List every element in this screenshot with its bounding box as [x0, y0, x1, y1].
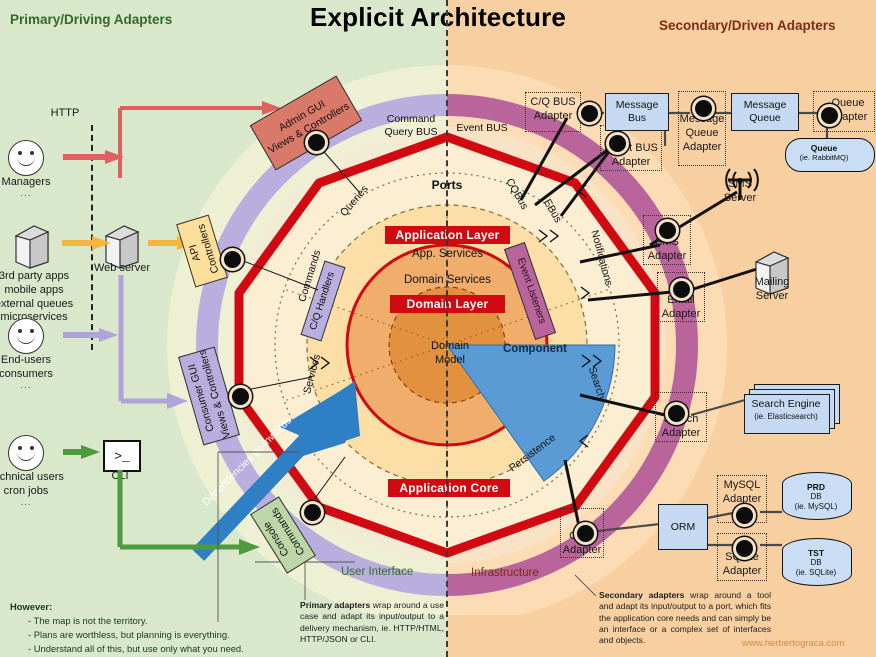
infrastructure-zone-label: Infrastructure	[471, 567, 539, 579]
port-dot-queue-adapter	[818, 104, 841, 127]
cq-bus-adapter-label: C/Q BUS Adapter	[530, 96, 576, 122]
port-dot-email-adapter	[670, 278, 693, 301]
search-engine-sub-label: (ie. Elasticsearch)	[754, 412, 818, 421]
message-bus-box: Message Bus	[605, 93, 669, 131]
prd-db-label: PRD	[807, 482, 825, 492]
port-dot-message-queue-adapter	[692, 97, 715, 120]
credit-label: www.herbertograca.com	[742, 638, 845, 649]
port-dot-sqlite-adapter	[733, 537, 756, 560]
user-interface-zone-label: User Interface	[341, 566, 414, 578]
mysql-adapter-label: MySQL Adapter	[722, 479, 762, 505]
orm-box: ORM	[658, 504, 708, 550]
port-dot-cq-bus-adapter	[578, 102, 601, 125]
vertical-divider	[446, 0, 448, 657]
however-item-2: - Understand all of this, but use only w…	[28, 643, 244, 655]
port-dot-sms-adapter	[656, 219, 679, 242]
search-engine-label: Search Engine	[751, 398, 821, 410]
page-title: Explicit Architecture	[309, 2, 567, 32]
however-item-0: - The map is not the territory.	[28, 615, 148, 627]
queue-label: Queue	[810, 143, 838, 153]
queue-sub-label: (ie. RabbitMQ)	[799, 153, 849, 162]
primary-adapters-note-title: Primary adapters	[300, 600, 371, 610]
port-dot-event-bus-adapter	[606, 132, 629, 155]
architecture-diagram: Ports Application Layer App. Services Do…	[0, 0, 876, 657]
prd-db-sub1: DB	[810, 492, 822, 501]
prd-db-sub2: (ie. MySQL)	[794, 502, 838, 511]
primary-adapters-note: Primary adapters wrap around a use case …	[300, 600, 444, 645]
sms-server-label: SMS Server	[723, 178, 757, 204]
however-item-1: - Plans are worthless, but planning is e…	[28, 629, 230, 641]
port-dot-mysql-adapter	[733, 504, 756, 527]
tst-db-label: TST	[807, 548, 825, 558]
however-note: However: - The map is not the territory.…	[10, 600, 290, 657]
however-title: However:	[10, 601, 53, 612]
tst-db-sub1: DB	[810, 558, 822, 567]
message-queue-box: Message Queue	[731, 93, 799, 131]
secondary-adapters-note-title: Secondary adapters	[599, 590, 685, 600]
mailing-server-label: Mailing Server	[754, 276, 790, 302]
tst-db-sub2: (ie. SQLite)	[795, 568, 837, 577]
port-dot-orm-adapter	[574, 522, 597, 545]
port-dot-search-adapter	[665, 402, 688, 425]
